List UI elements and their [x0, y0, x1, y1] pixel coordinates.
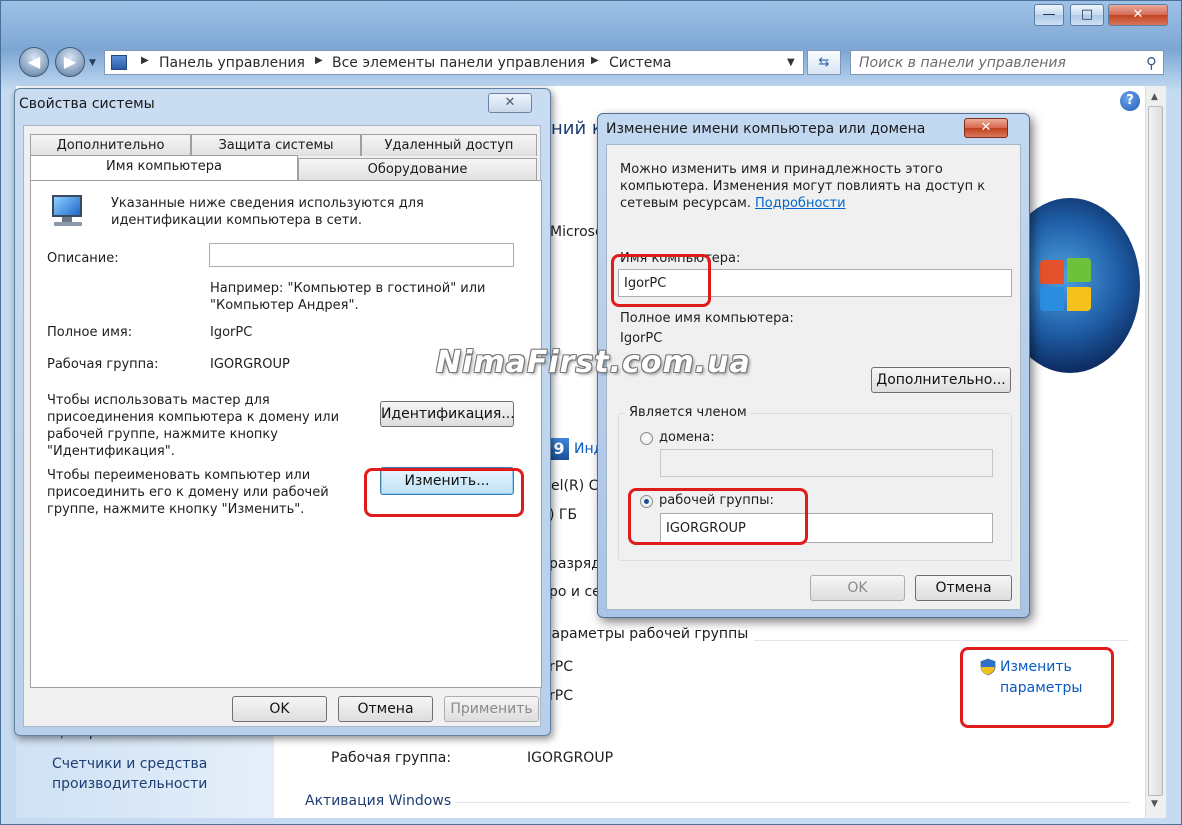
scroll-down-icon[interactable]: ▼ [1151, 799, 1158, 809]
workgroup-label: Рабочая группа: [47, 357, 159, 372]
help-icon[interactable]: ? [1120, 91, 1140, 111]
wizard-text-line2: присоединения компьютера к домену или [47, 410, 340, 425]
minimize-button[interactable]: — [1034, 4, 1064, 26]
breadcrumb-control-panel[interactable]: Панель управления [159, 55, 305, 71]
logo-red-flag [1040, 260, 1064, 284]
rename-text-line1: Чтобы переименовать компьютер или [47, 468, 311, 483]
intro-line2: компьютера. Изменения могут повлиять на … [620, 179, 986, 194]
computer-name-panel: Указанные ниже сведения используются для… [30, 180, 542, 688]
logo-blue-flag [1040, 287, 1064, 311]
tab-advanced[interactable]: Дополнительно [30, 134, 191, 156]
close-window-button[interactable]: ✕ [1108, 4, 1168, 26]
breadcrumb-separator-icon: ▶ [141, 55, 149, 66]
wizard-text-line1: Чтобы использовать мастер для [47, 393, 270, 408]
activation-heading: Активация Windows [305, 793, 452, 809]
tab-system-protection[interactable]: Защита системы [191, 134, 361, 156]
control-panel-icon [111, 55, 127, 70]
dialog-title: Изменение имени компьютера или домена [606, 121, 926, 137]
cancel-button[interactable]: Отмена [338, 696, 433, 722]
close-dialog-button[interactable]: ✕ [488, 93, 532, 113]
dialog-body: Дополнительно Защита системы Удаленный д… [23, 125, 542, 727]
activation-divider [455, 802, 1130, 803]
full-name-label: Полное имя: [47, 325, 133, 340]
arrow-left-icon: ◀ [27, 52, 41, 71]
logo-yellow-flag [1067, 287, 1091, 311]
highlight-workgroup [628, 488, 808, 545]
breadcrumb-separator-icon: ▶ [315, 55, 323, 66]
description-input[interactable] [209, 243, 514, 267]
highlight-change-settings [960, 647, 1114, 728]
intro-line2: идентификации компьютера в сети. [111, 213, 362, 228]
tab-hardware[interactable]: Оборудование [298, 158, 537, 180]
domain-radio[interactable] [640, 432, 653, 445]
address-dropdown-icon[interactable]: ▼ [787, 57, 795, 68]
maximize-button[interactable]: □ [1070, 4, 1104, 26]
intro-line3: сетевым ресурсам. [620, 196, 751, 211]
workgroup-value: IGORGROUP [210, 357, 290, 372]
ok-button[interactable]: OK [810, 575, 905, 601]
highlight-computer-name [611, 254, 711, 307]
rename-text-line3: группе, нажмите кнопку "Изменить". [47, 502, 305, 517]
windows-edition-text: Microso [550, 224, 604, 240]
vertical-scrollbar[interactable]: ▲ ▼ [1145, 86, 1166, 818]
forward-button[interactable]: ▶ [55, 47, 85, 77]
scroll-up-icon[interactable]: ▲ [1151, 92, 1158, 102]
identification-button[interactable]: Идентификация... [380, 401, 515, 427]
workgroup-value: IGORGROUP [527, 750, 614, 766]
wizard-text-line3: рабочей группе, нажмите кнопку [47, 427, 278, 442]
cancel-button[interactable]: Отмена [915, 575, 1012, 601]
description-label: Описание: [47, 251, 119, 266]
more-button[interactable]: Дополнительно... [871, 367, 1011, 393]
system-type-value: разряд [549, 556, 601, 572]
address-bar[interactable]: ▶ Панель управления ▶ Все элементы панел… [104, 50, 804, 75]
intro-line1: Можно изменить имя и принадлежность этог… [620, 162, 943, 177]
search-input[interactable]: Поиск в панели управления ⚲ [850, 50, 1164, 75]
tab-computer-name[interactable]: Имя компьютера [30, 155, 298, 180]
arrow-right-icon: ▶ [63, 52, 77, 71]
computer-icon [48, 193, 88, 227]
back-button[interactable]: ◀ [19, 47, 49, 77]
logo-green-flag [1067, 258, 1091, 282]
details-link[interactable]: Подробности [755, 196, 846, 212]
search-placeholder: Поиск в панели управления [859, 55, 1066, 71]
tab-remote[interactable]: Удаленный доступ [361, 134, 537, 156]
system-properties-dialog: Свойства системы ✕ Дополнительно Защита … [14, 88, 551, 736]
left-pane-performance-link[interactable]: Счетчики и средства производительности [52, 754, 262, 794]
highlight-change-button [364, 468, 524, 517]
ok-button[interactable]: OK [232, 696, 327, 722]
refresh-button[interactable]: ⇆ [807, 50, 841, 75]
memory-value: ) ГБ [549, 507, 578, 523]
scroll-thumb[interactable] [1148, 106, 1163, 796]
example-line2: "Компьютер Андрея". [210, 298, 359, 313]
full-name-value: rPC [549, 688, 573, 704]
full-name-label: Полное имя компьютера: [620, 311, 794, 326]
wizard-text-line4: "Идентификация". [47, 444, 175, 459]
member-of-label: Является членом [625, 405, 751, 421]
rename-text-line2: присоединить его к домену или рабочей [47, 485, 329, 500]
pen-touch-value: ро и се [549, 584, 601, 600]
domain-input[interactable] [660, 449, 993, 477]
search-icon[interactable]: ⚲ [1146, 54, 1157, 72]
close-dialog-button[interactable]: ✕ [964, 118, 1008, 138]
breadcrumb-all-items[interactable]: Все элементы панели управления [332, 55, 585, 71]
full-name-value: IgorPC [210, 325, 253, 340]
apply-button[interactable]: Применить [444, 696, 539, 722]
workgroup-label: Рабочая группа: [331, 750, 452, 766]
refresh-icon: ⇆ [818, 55, 830, 70]
intro-line1: Указанные ниже сведения используются для [111, 196, 424, 211]
example-line1: Например: "Компьютер в гостиной" или [210, 281, 486, 296]
experience-index-badge: 9 [549, 438, 569, 460]
domain-label: домена: [659, 430, 715, 445]
breadcrumb-separator-icon: ▶ [591, 55, 599, 66]
workgroup-section-title: Параметры рабочей группы [541, 626, 755, 642]
breadcrumb-system[interactable]: Система [609, 55, 671, 71]
watermark: NimaFirst.com.ua [436, 345, 751, 380]
computer-name-value: rPC [549, 659, 573, 675]
dialog-title: Свойства системы [19, 96, 155, 112]
history-dropdown-icon[interactable]: ▼ [89, 58, 96, 68]
